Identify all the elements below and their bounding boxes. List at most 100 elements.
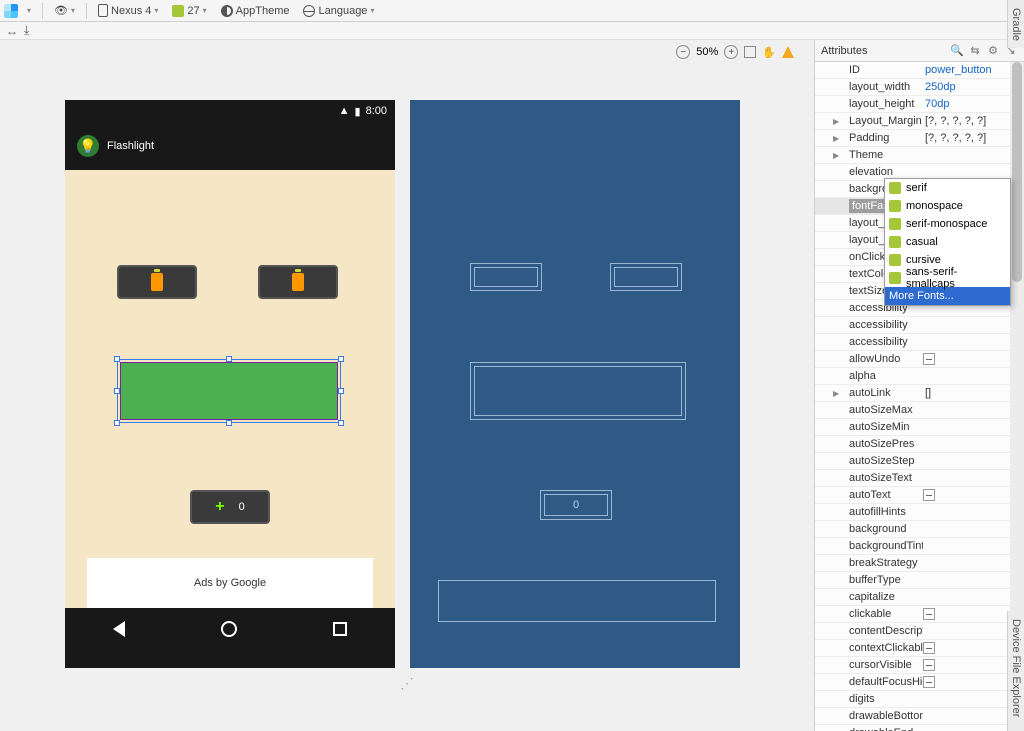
checkbox[interactable] bbox=[923, 676, 935, 688]
font-option-label: serif bbox=[906, 182, 927, 194]
attr-row-autofillHints[interactable]: autofillHints bbox=[815, 504, 1024, 521]
checkbox[interactable] bbox=[923, 608, 935, 620]
arrow-down-icon[interactable]: ⤓ bbox=[24, 23, 29, 38]
attr-row-capitalize[interactable]: capitalize bbox=[815, 589, 1024, 606]
attr-value[interactable]: 70dp bbox=[923, 98, 1024, 110]
attr-value[interactable]: [?, ?, ?, ?, ?] bbox=[923, 132, 1024, 144]
font-option-sans-serif-smallcaps[interactable]: sans-serif-smallcaps bbox=[885, 269, 1010, 287]
expand-icon[interactable]: ▶ bbox=[833, 151, 843, 160]
attr-row-autoSizePres[interactable]: autoSizePres bbox=[815, 436, 1024, 453]
attr-row-Padding[interactable]: ▶Padding[?, ?, ?, ?, ?] bbox=[815, 130, 1024, 147]
attr-row-layout_height[interactable]: layout_height70dp bbox=[815, 96, 1024, 113]
checkbox[interactable] bbox=[923, 489, 935, 501]
attr-row-accessibility[interactable]: accessibility bbox=[815, 334, 1024, 351]
attr-row-autoSizeText[interactable]: autoSizeText bbox=[815, 470, 1024, 487]
attr-row-alpha[interactable]: alpha bbox=[815, 368, 1024, 385]
expand-icon[interactable]: ▶ bbox=[833, 117, 843, 126]
attr-row-Layout_Margin[interactable]: ▶Layout_Margin[?, ?, ?, ?, ?] bbox=[815, 113, 1024, 130]
attr-row-drawableBottom[interactable]: drawableBottom bbox=[815, 708, 1024, 725]
warning-icon[interactable] bbox=[782, 46, 794, 58]
attr-row-allowUndo[interactable]: allowUndo bbox=[815, 351, 1024, 368]
nav-back-icon[interactable] bbox=[113, 621, 125, 637]
attr-row-Theme[interactable]: ▶ Theme bbox=[815, 147, 1024, 164]
resize-handle[interactable] bbox=[338, 420, 344, 426]
attr-row-digits[interactable]: digits bbox=[815, 691, 1024, 708]
attr-row-autoSizeStep[interactable]: autoSizeStep bbox=[815, 453, 1024, 470]
expand-icon[interactable]: ▶ bbox=[833, 134, 843, 143]
attr-row-autoLink[interactable]: ▶autoLink[] bbox=[815, 385, 1024, 402]
attr-row-clickable[interactable]: clickable bbox=[815, 606, 1024, 623]
checkbox[interactable] bbox=[923, 642, 935, 654]
font-option-serif-monospace[interactable]: serif-monospace bbox=[885, 215, 1010, 233]
resize-handle[interactable] bbox=[114, 356, 120, 362]
attr-row-layout_width[interactable]: layout_width250dp bbox=[815, 79, 1024, 96]
bp-toggle-right[interactable] bbox=[610, 263, 682, 291]
attr-name: autoSizeText bbox=[849, 472, 923, 484]
resize-handle[interactable] bbox=[114, 388, 120, 394]
bp-toggle-left[interactable] bbox=[470, 263, 542, 291]
attr-row-autoSizeMin[interactable]: autoSizeMin bbox=[815, 419, 1024, 436]
api-dropdown[interactable]: 27 ▾ bbox=[167, 5, 211, 17]
bp-ad-banner[interactable] bbox=[438, 580, 716, 622]
language-dropdown[interactable]: Language ▾ bbox=[298, 5, 379, 17]
design-canvas[interactable]: − 50% + ✋ ▲ ▮ 8:00 💡 Flashlight bbox=[0, 40, 814, 731]
expand-icon[interactable]: ▶ bbox=[833, 389, 843, 398]
collapse-icon[interactable]: ⇆ bbox=[968, 44, 982, 58]
checkbox[interactable] bbox=[923, 659, 935, 671]
arrow-left-right-icon[interactable]: ↔ bbox=[6, 24, 18, 38]
attr-row-autoText[interactable]: autoText bbox=[815, 487, 1024, 504]
resize-handle[interactable] bbox=[338, 388, 344, 394]
layout-content[interactable]: + 0 Ads by Google bbox=[65, 170, 395, 608]
attr-row-contentDescription[interactable]: contentDescription bbox=[815, 623, 1024, 640]
device-file-explorer-tab[interactable]: Device File Explorer bbox=[1007, 611, 1024, 731]
attr-row-bufferType[interactable]: bufferType bbox=[815, 572, 1024, 589]
attr-value[interactable]: [?, ?, ?, ?, ?] bbox=[923, 115, 1024, 127]
attr-row-backgroundTint[interactable]: backgroundTint bbox=[815, 538, 1024, 555]
attr-row-accessibility[interactable]: accessibility bbox=[815, 317, 1024, 334]
resize-handle[interactable] bbox=[114, 420, 120, 426]
attr-row-cursorVisible[interactable]: cursorVisible bbox=[815, 657, 1024, 674]
checkbox[interactable] bbox=[923, 353, 935, 365]
resize-handle[interactable] bbox=[226, 356, 232, 362]
search-icon[interactable]: 🔍 bbox=[950, 44, 964, 58]
blueprint-preview[interactable]: 0 bbox=[410, 100, 740, 668]
attr-row-defaultFocusHighlight[interactable]: defaultFocusHighlight bbox=[815, 674, 1024, 691]
resize-grip-icon[interactable]: ⋰ bbox=[400, 675, 414, 692]
attr-name: Theme bbox=[849, 149, 923, 161]
toggle-dropdown[interactable]: ▾ bbox=[22, 6, 36, 15]
attr-row-drawableEnd[interactable]: drawableEnd bbox=[815, 725, 1024, 731]
nav-recents-icon[interactable] bbox=[333, 622, 347, 636]
counter-button[interactable]: + 0 bbox=[190, 490, 270, 524]
fit-screen-button[interactable] bbox=[744, 46, 756, 58]
bp-power-button[interactable] bbox=[470, 362, 686, 420]
attr-value[interactable]: [] bbox=[923, 387, 1024, 399]
view-options-dropdown[interactable]: 👁▾ bbox=[49, 4, 80, 18]
gear-icon[interactable]: ⚙ bbox=[986, 44, 1000, 58]
attr-row-contextClickable[interactable]: contextClickable bbox=[815, 640, 1024, 657]
zoom-out-button[interactable]: − bbox=[676, 45, 690, 59]
scrollbar-thumb[interactable] bbox=[1012, 62, 1022, 282]
font-option-serif[interactable]: serif bbox=[885, 179, 1010, 197]
toggle-button-left[interactable] bbox=[117, 265, 197, 299]
theme-dropdown[interactable]: AppTheme bbox=[216, 5, 295, 17]
design-preview[interactable]: ▲ ▮ 8:00 💡 Flashlight bbox=[65, 100, 395, 668]
resize-handle[interactable] bbox=[226, 420, 232, 426]
bp-counter[interactable]: 0 bbox=[540, 490, 612, 520]
font-option-casual[interactable]: casual bbox=[885, 233, 1010, 251]
pan-button[interactable]: ✋ bbox=[762, 46, 776, 59]
zoom-in-button[interactable]: + bbox=[724, 45, 738, 59]
font-option-more[interactable]: More Fonts... bbox=[885, 287, 1010, 305]
attributes-list[interactable]: IDpower_buttonlayout_width250dplayout_he… bbox=[815, 62, 1024, 731]
font-option-monospace[interactable]: monospace bbox=[885, 197, 1010, 215]
resize-handle[interactable] bbox=[338, 356, 344, 362]
device-dropdown[interactable]: Nexus 4 ▾ bbox=[93, 4, 163, 17]
attr-row-autoSizeMax[interactable]: autoSizeMax bbox=[815, 402, 1024, 419]
nav-home-icon[interactable] bbox=[221, 621, 237, 637]
attr-value[interactable]: 250dp bbox=[923, 81, 1024, 93]
attr-row-breakStrategy[interactable]: breakStrategy bbox=[815, 555, 1024, 572]
gradle-tab[interactable]: Gradle bbox=[1007, 0, 1024, 48]
attr-row-background[interactable]: background bbox=[815, 521, 1024, 538]
attr-row-ID[interactable]: IDpower_button bbox=[815, 62, 1024, 79]
toggle-button-right[interactable] bbox=[258, 265, 338, 299]
attr-value[interactable]: power_button bbox=[923, 64, 1024, 76]
